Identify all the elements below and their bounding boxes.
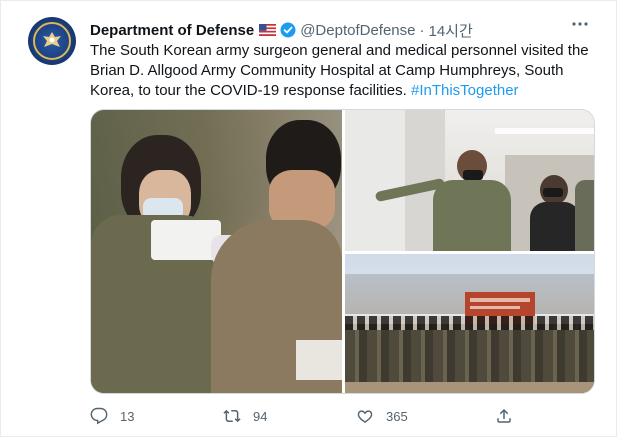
author-handle[interactable]: @DeptofDefense: [300, 22, 415, 39]
retweet-count: 94: [253, 408, 268, 424]
reply-button[interactable]: 13: [90, 404, 134, 428]
reply-icon: [90, 407, 108, 425]
us-flag-icon: [259, 24, 277, 36]
share-icon: [497, 408, 511, 423]
photo-vaccination[interactable]: [91, 110, 342, 393]
photo-group[interactable]: [345, 254, 594, 393]
photo-hospital-tour[interactable]: [345, 110, 594, 251]
eagle-emblem-icon: [43, 32, 61, 47]
verified-badge-icon: [280, 22, 296, 38]
more-icon[interactable]: [570, 17, 590, 31]
tweet-header: Department of Defense @DeptofDefense · 1…: [90, 20, 473, 41]
retweet-icon: [223, 409, 241, 423]
author-name[interactable]: Department of Defense: [90, 22, 254, 39]
author-avatar[interactable]: [28, 17, 76, 65]
tweet-media-grid: [90, 109, 595, 394]
tweet-actions: 13 94 365: [90, 404, 595, 428]
like-count: 365: [386, 408, 408, 424]
tweet-card[interactable]: Department of Defense @DeptofDefense · 1…: [0, 0, 617, 437]
retweet-button[interactable]: 94: [223, 404, 267, 428]
share-button[interactable]: [495, 404, 513, 428]
reply-count: 13: [120, 408, 135, 424]
like-icon: [357, 410, 373, 423]
header-separator: ·: [419, 21, 425, 39]
tweet-text: The South Korean army surgeon general an…: [90, 41, 595, 101]
like-button[interactable]: 365: [356, 404, 408, 428]
hashtag-link[interactable]: #InThisTogether: [411, 82, 519, 99]
tweet-timestamp[interactable]: 14시간: [429, 20, 473, 41]
